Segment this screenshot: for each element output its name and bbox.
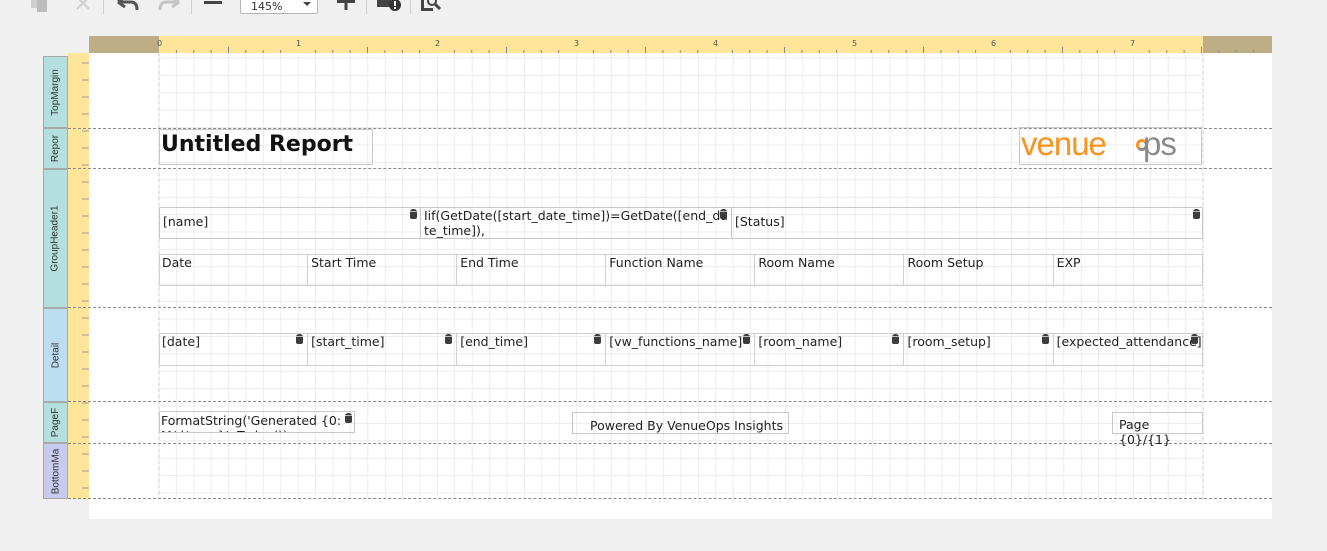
delete-icon[interactable]: [70, 0, 96, 16]
field-expression: [room_name]: [758, 334, 843, 349]
column-header[interactable]: Room Name: [755, 254, 905, 285]
field-expression: [date]: [162, 334, 200, 349]
ruler-mark: 2: [435, 39, 440, 48]
band-tab-page-footer[interactable]: PageF: [43, 402, 68, 443]
field-expression: [Status]: [735, 214, 785, 229]
logo-text-venue: venue: [1021, 125, 1107, 162]
column-header[interactable]: Room Setup: [905, 254, 1054, 285]
band-tab-top-margin[interactable]: TopMargin: [43, 56, 68, 128]
field-status[interactable]: [Status]: [731, 207, 1203, 239]
toolbar: 145%: [0, 0, 1327, 20]
band-label: PageF: [50, 407, 61, 438]
ruler-mark: 4: [713, 39, 718, 48]
ruler-mark: 6: [991, 39, 996, 48]
database-icon: [892, 334, 900, 344]
design-surface[interactable]: [89, 53, 1272, 519]
ruler-mark: 3: [574, 39, 579, 48]
band-label: TopMargin: [50, 68, 62, 116]
field-name[interactable]: [name]: [159, 207, 421, 239]
toolbar-separator: [410, 0, 411, 14]
undo-icon[interactable]: [113, 0, 141, 16]
ruler-ticks: 0 1 2 3 4 5 6 7: [157, 39, 1255, 53]
chevron-down-icon: [303, 2, 311, 6]
detail-field[interactable]: [end_time]: [457, 333, 607, 366]
field-expression: [end_time]: [460, 334, 528, 349]
column-header[interactable]: Function Name: [606, 254, 756, 285]
logo-text-ops: ps: [1143, 125, 1177, 162]
band-tab-detail[interactable]: Detail: [43, 308, 68, 402]
database-icon: [1041, 334, 1049, 344]
database-icon: [720, 209, 727, 219]
database-icon: [296, 334, 304, 344]
zoom-select[interactable]: 145%: [240, 0, 318, 14]
detail-field[interactable]: [room_name]: [755, 333, 905, 366]
field-expression: [name]: [163, 214, 209, 229]
database-icon: [1190, 334, 1198, 344]
band-label: Repor: [50, 134, 61, 163]
page-number-text: Page {0}/{1}: [1119, 417, 1171, 447]
vertical-ruler-ticks: [82, 62, 89, 489]
toolbar-separator: [366, 0, 367, 14]
ruler-mark: 0: [157, 39, 162, 48]
detail-field[interactable]: [start_time]: [308, 333, 458, 366]
detail-field[interactable]: [room_setup]: [905, 333, 1054, 366]
band-tab-bottom-margin[interactable]: BottomMa: [43, 443, 68, 499]
footer-generated-date[interactable]: FormatString('Generated {0:M/d/yyyy}', T…: [159, 411, 355, 433]
field-expression: [expected_attendance]: [1056, 334, 1202, 349]
column-header[interactable]: Start Time: [308, 254, 458, 285]
band-separator[interactable]: [68, 401, 1272, 402]
footer-page-number[interactable]: Page {0}/{1}: [1112, 412, 1203, 447]
detail-field[interactable]: [expected_attendance]: [1054, 333, 1203, 366]
footer-powered-by[interactable]: Powered By VenueOps Insights: [572, 412, 789, 434]
column-header[interactable]: EXP: [1054, 254, 1203, 285]
copy-icon[interactable]: [27, 0, 53, 16]
redo-icon[interactable]: [156, 0, 184, 16]
zoom-in-icon[interactable]: [333, 0, 359, 16]
field-expression: [vw_functions_name]: [609, 334, 743, 349]
band-separator[interactable]: [68, 498, 1272, 499]
band-tab-report-header[interactable]: Repor: [43, 128, 68, 169]
band-separator[interactable]: [68, 443, 1272, 444]
field-expression: [start_time]: [311, 334, 385, 349]
design-grid: [158, 53, 1204, 499]
database-icon: [1193, 209, 1200, 219]
ruler-mark: 7: [1130, 39, 1135, 48]
validate-icon[interactable]: [374, 0, 404, 16]
toolbar-separator: [191, 0, 192, 14]
band-label: GroupHeader1: [50, 205, 61, 272]
zoom-out-icon[interactable]: [200, 0, 226, 16]
database-icon: [345, 413, 352, 423]
database-icon: [410, 209, 417, 219]
preview-icon[interactable]: [418, 0, 446, 16]
venueops-logo[interactable]: venue ps: [1019, 125, 1202, 165]
horizontal-ruler: 0 1 2 3 4 5 6 7: [89, 36, 1272, 53]
band-tab-group-header[interactable]: GroupHeader1: [43, 169, 68, 308]
database-icon: [743, 334, 751, 344]
field-expression: [room_setup]: [907, 334, 991, 349]
database-icon: [594, 334, 602, 344]
ruler-mark: 5: [852, 39, 857, 48]
band-label: BottomMa: [50, 448, 62, 494]
band-separator[interactable]: [68, 307, 1272, 308]
toolbar-separator: [103, 0, 104, 14]
ruler-mark: 1: [296, 39, 301, 48]
vertical-ruler: [68, 53, 89, 499]
field-expression: Iif(GetDate([start_date_time])=GetDate([…: [424, 208, 728, 238]
detail-field[interactable]: [date]: [159, 333, 309, 366]
detail-field[interactable]: [vw_functions_name]: [606, 333, 756, 366]
column-header[interactable]: End Time: [457, 254, 607, 285]
report-title[interactable]: Untitled Report: [159, 129, 373, 165]
band-separator[interactable]: [68, 168, 1272, 169]
field-expression: FormatString('Generated {0:M/d/yyyy}', T…: [161, 413, 342, 432]
zoom-value: 145%: [251, 0, 283, 13]
column-header[interactable]: Date: [159, 254, 309, 285]
band-label: Detail: [50, 342, 62, 368]
database-icon: [445, 334, 453, 344]
field-date-expression[interactable]: Iif(GetDate([start_date_time])=GetDate([…: [420, 207, 732, 239]
powered-by-text: Powered By VenueOps Insights: [590, 418, 783, 433]
